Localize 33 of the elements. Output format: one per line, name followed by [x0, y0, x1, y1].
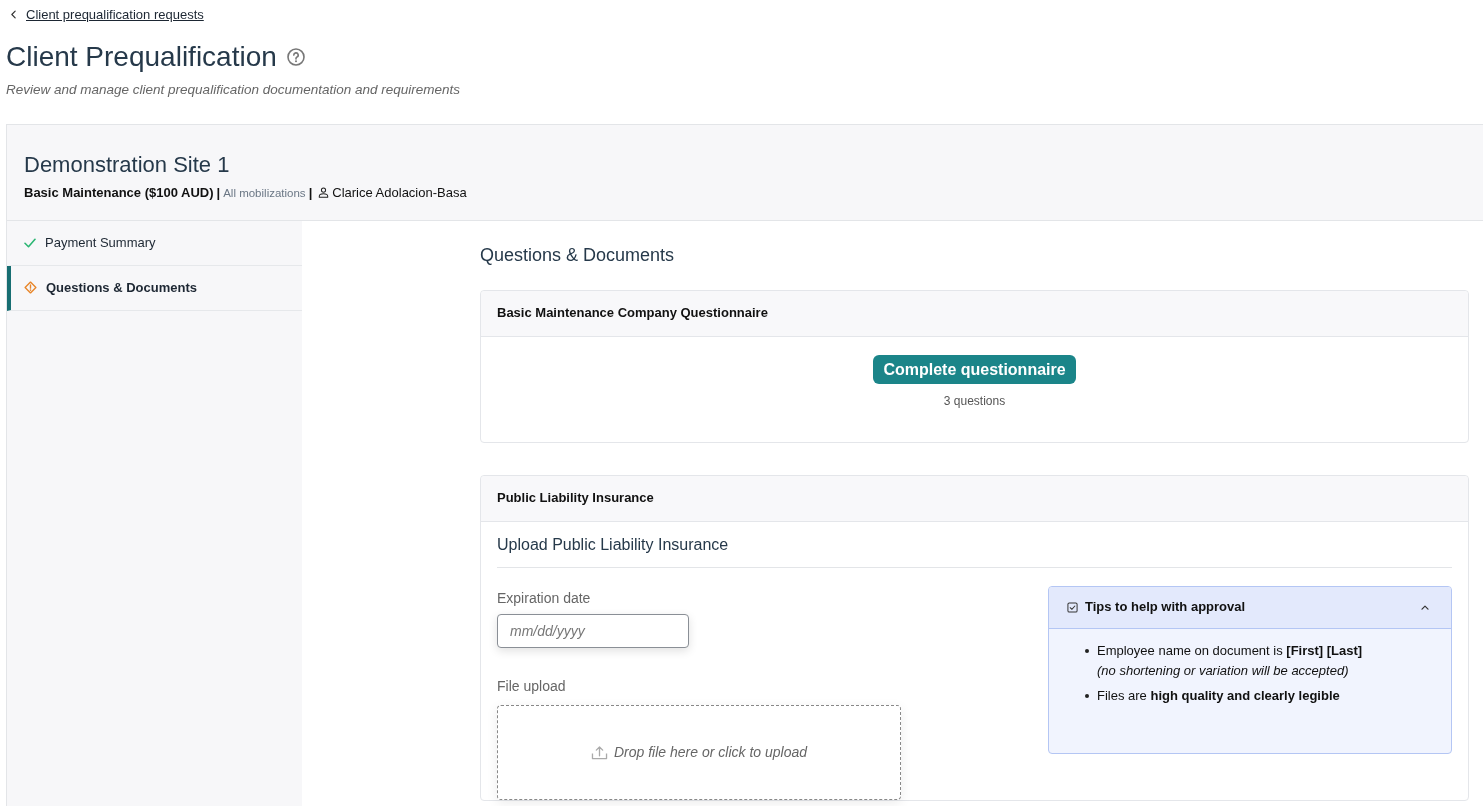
complete-questionnaire-button[interactable]: Complete questionnaire	[873, 354, 1076, 384]
section-title: Questions & Documents	[480, 243, 675, 267]
warning-icon	[24, 281, 37, 294]
tip-note: (no shortening or variation will be accepted)	[1097, 661, 1349, 680]
separator-text: |	[308, 183, 313, 202]
chevron-left-icon	[11, 10, 16, 19]
site-name: Demonstration Site 1	[24, 150, 230, 179]
page-subtitle: Review and manage client prequalification documentation and requirements	[6, 80, 461, 99]
checkbox-icon	[1067, 601, 1078, 613]
scope-text: All mobilizations	[223, 185, 306, 201]
check-icon	[24, 237, 36, 248]
package-name: Basic Maintenance ($100 AUD)	[24, 183, 214, 202]
field-label: File upload	[497, 676, 566, 696]
tip-text: Employee name on document is [First] [Last]	[1097, 641, 1363, 660]
chevron-up-icon	[1421, 604, 1429, 610]
card-title: Basic Maintenance Company Questionnaire	[497, 304, 768, 323]
file-dropzone[interactable]: Drop file here or click to upload	[497, 704, 901, 800]
tips-toggle[interactable]: Tips to help with approval	[1049, 586, 1451, 629]
page-title: Client Prequalification	[6, 39, 277, 74]
card-title: Public Liability Insurance	[497, 489, 654, 508]
help-icon	[286, 47, 305, 66]
upload-heading: Upload Public Liability Insurance	[497, 534, 729, 555]
field-label: Expiration date	[497, 588, 591, 608]
tip-text: Files are high quality and clearly legible	[1097, 686, 1340, 705]
separator-text: |	[216, 183, 221, 202]
contact-name: Clarice Adolacion-Basa	[332, 183, 467, 202]
person-icon	[318, 187, 330, 198]
date-field[interactable]: mm/dd/yyyy	[497, 613, 689, 648]
bullet-icon	[1085, 693, 1089, 698]
bullet-icon	[1085, 648, 1089, 653]
upload-icon	[591, 744, 608, 760]
question-count: 3 questions	[943, 392, 1006, 410]
back-link[interactable]: Client prequalification requests	[11, 5, 204, 24]
